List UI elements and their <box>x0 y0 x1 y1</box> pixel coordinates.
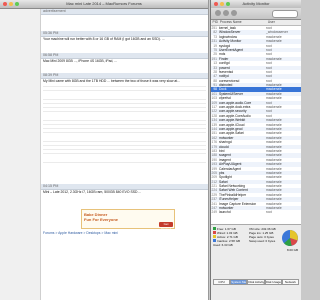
close-icon[interactable] <box>3 2 7 6</box>
post: 04:15 PM Mini – Late 2012, 2.3GHz i7, 16… <box>41 184 208 206</box>
ad-label: advertisement <box>43 9 66 13</box>
inspect-icon[interactable] <box>223 10 229 16</box>
process-user: root <box>266 210 272 215</box>
forum-content: advertisement 05:36 PM Your machine will… <box>41 9 208 300</box>
minimize-icon[interactable] <box>9 2 13 6</box>
stat-value: 6.33 GB <box>221 243 233 247</box>
vm-stats: VM size: 232.36 GB Page ins: 1.25 GB Page … <box>249 227 279 243</box>
post-body-lines <box>43 85 206 165</box>
column-user[interactable]: User <box>267 20 298 25</box>
stat-row: Swap used: 0 bytes <box>249 239 279 243</box>
monitor-tabs: CPUSystem MemoryDisk ActivityDisk UsageN… <box>213 279 300 285</box>
window-title: Activity Monitor <box>242 1 270 6</box>
zoom-icon[interactable] <box>226 2 230 6</box>
minimize-icon[interactable] <box>220 2 224 6</box>
tab-cpu[interactable]: CPU <box>213 279 231 285</box>
browser-window: Mac mini Late 2014 – MacRumors Forums ad… <box>0 0 209 300</box>
ad-subtitle: Fun For Everyone <box>84 217 119 222</box>
forum-body: advertisement 05:36 PM Your machine will… <box>0 9 208 300</box>
ad-banner[interactable]: Bake Dinner Fun For Everyone Get Started <box>81 209 175 231</box>
post-text: Your machine will run better with 8 or 1… <box>43 37 165 41</box>
search-input[interactable] <box>272 10 298 18</box>
stat-row: Used: 6.33 GB <box>213 243 247 247</box>
memory-stats: Free: 1.67 GB Wired: 1.03 GB Active: 2.71 … <box>213 227 247 247</box>
post-text: Mini – Late 2012, 2.3GHz i7, 16GB ram, 5… <box>43 190 142 194</box>
window-controls <box>214 2 230 6</box>
sample-process-icon[interactable] <box>231 10 237 16</box>
legend-swatch <box>213 227 216 230</box>
legend-swatch <box>213 231 216 234</box>
pie-total: 8.00 GB <box>286 248 298 252</box>
post: 05:36 PM Your machine will run better wi… <box>41 31 208 53</box>
stat-label: Swap used: <box>249 239 266 243</box>
browser-title: Mac mini Late 2014 – MacRumors Forums <box>66 1 142 6</box>
tab-disk-usage[interactable]: Disk Usage <box>264 279 282 285</box>
post-time: 06:58 PM <box>43 53 59 57</box>
breadcrumb[interactable]: Forums > Apple Hardware > Desktops > Mac… <box>43 231 118 235</box>
ad-button[interactable]: Get Started <box>159 222 173 231</box>
close-icon[interactable] <box>214 2 218 6</box>
stat-label: Used: <box>213 243 222 247</box>
memory-panel: Free: 1.67 GB Wired: 1.03 GB Active: 2.71 … <box>211 224 301 300</box>
post-time: 04:15 PM <box>43 184 59 188</box>
post: 08:39 PM My Mini came with 8GB and the 1… <box>41 73 208 165</box>
process-pid: 249 <box>211 210 217 215</box>
post-text: My Mini came with 8GB and the 1TB HDD ..… <box>43 79 180 83</box>
stat-value: 0 bytes <box>265 239 276 243</box>
memory-pie-chart <box>282 230 298 246</box>
activity-monitor-window: Activity Monitor PID Process Name User 2… <box>210 0 301 300</box>
post-text: Mac Mini 2009 8GB ..., iPhone 4S 16GB, i… <box>43 59 118 63</box>
post-time: 08:39 PM <box>43 73 59 77</box>
process-list: 251 kernel_task root 82 WindowServer _windows… <box>211 26 301 224</box>
browser-titlebar: Mac mini Late 2014 – MacRumors Forums <box>0 0 208 9</box>
process-name: launchd <box>219 210 231 215</box>
quit-process-icon[interactable] <box>215 10 221 16</box>
forum-sidebar <box>0 9 41 300</box>
toolbar <box>211 8 301 20</box>
column-pid[interactable]: PID <box>211 20 219 25</box>
post-time: 05:36 PM <box>43 31 59 35</box>
tab-network[interactable]: Network <box>281 279 300 285</box>
legend-swatch <box>213 239 216 242</box>
process-row[interactable]: 249 launchd root <box>211 210 301 214</box>
window-controls <box>3 2 19 6</box>
post: 06:58 PM Mac Mini 2009 8GB ..., iPhone 4… <box>41 53 208 71</box>
tab-system-memory[interactable]: System Memory <box>230 279 248 285</box>
tab-disk-activity[interactable]: Disk Activity <box>247 279 265 285</box>
legend-swatch <box>213 235 216 238</box>
advertisement-bar: advertisement <box>41 9 208 15</box>
column-process-name[interactable]: Process Name <box>219 20 266 25</box>
zoom-icon[interactable] <box>15 2 19 6</box>
